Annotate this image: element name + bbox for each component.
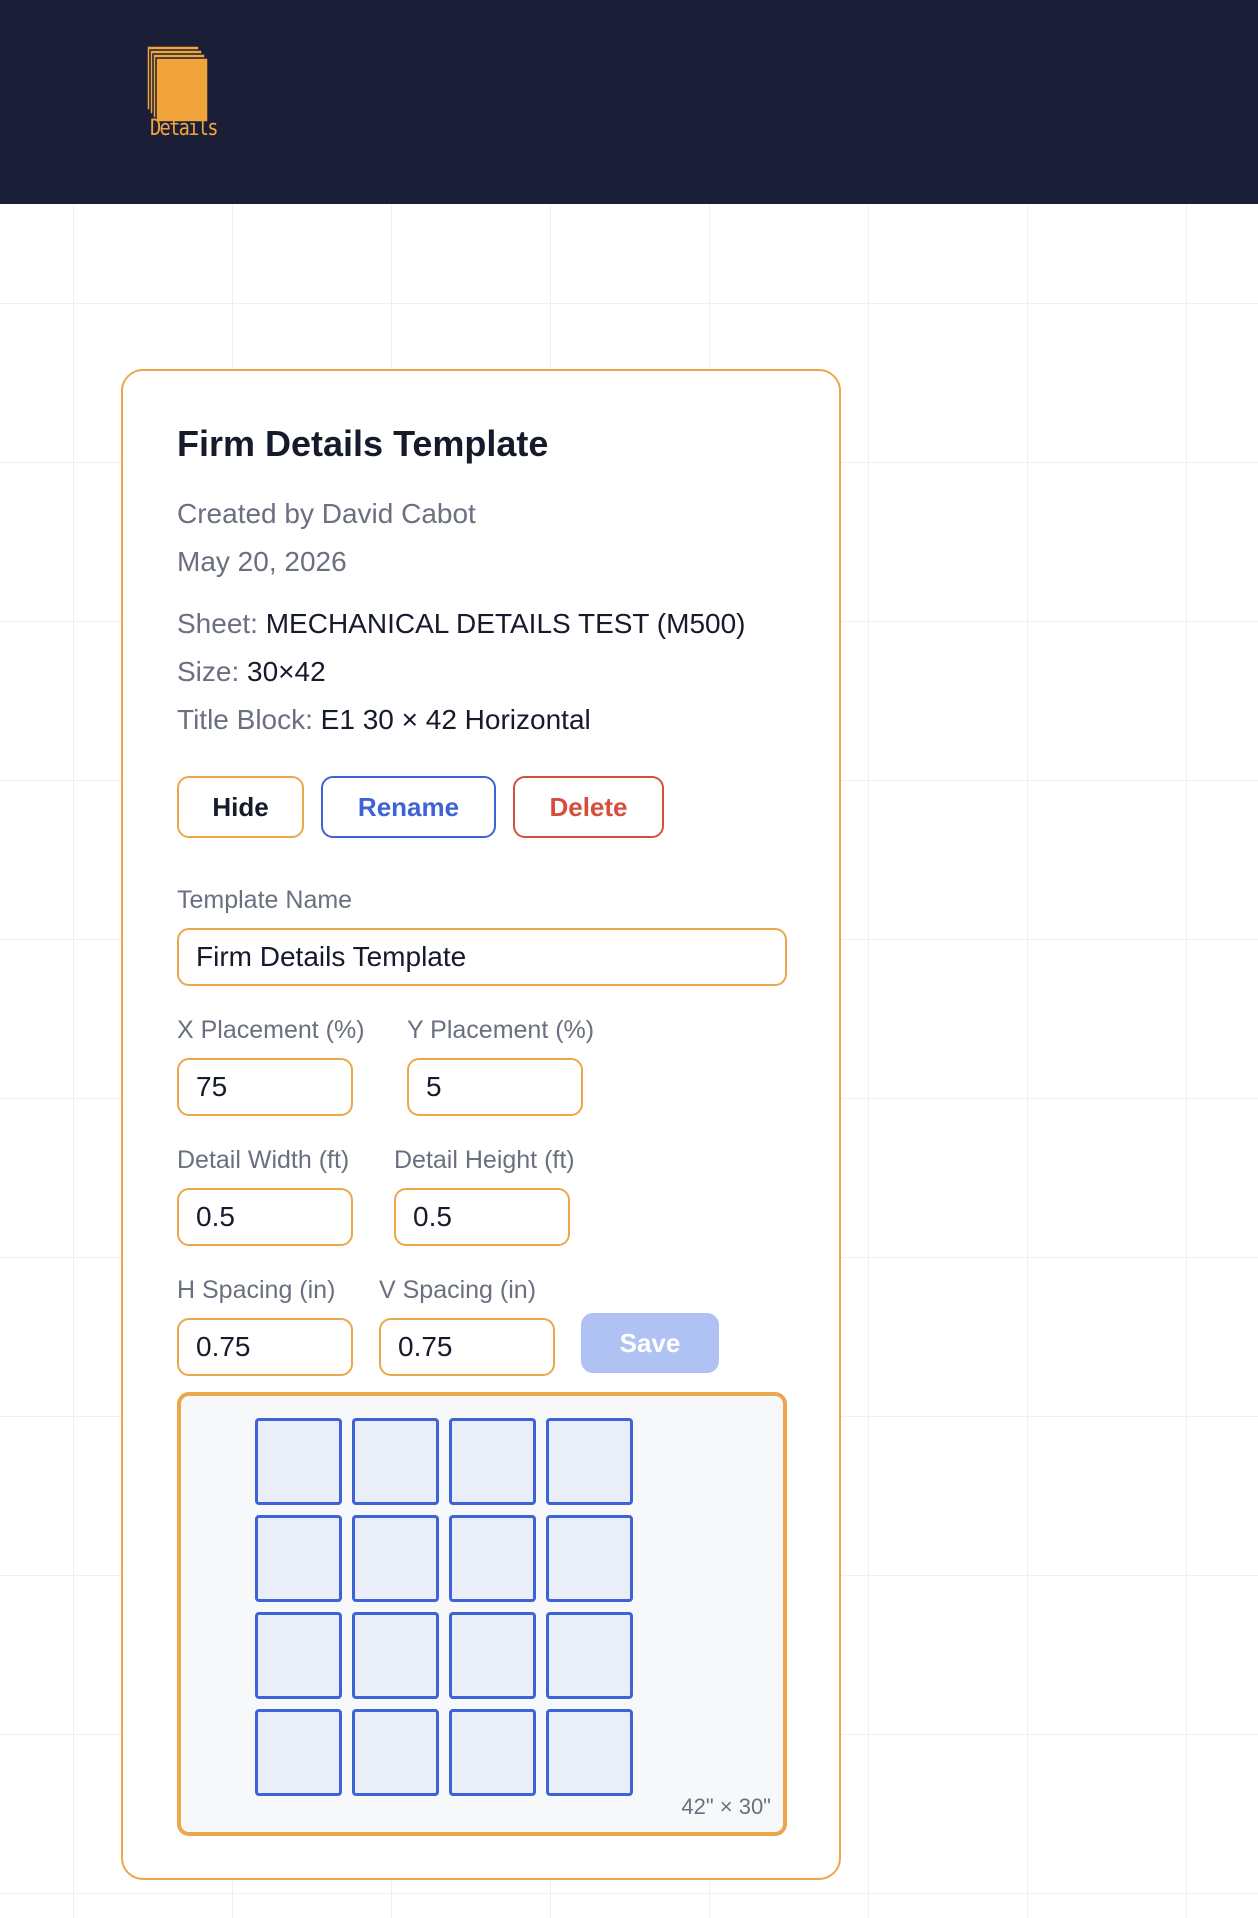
detail-slot <box>255 1515 342 1602</box>
rename-button[interactable]: Rename <box>321 776 496 838</box>
layout-preview: 42" × 30" <box>177 1392 787 1836</box>
details-logo[interactable]: Details <box>145 44 219 146</box>
detail-slot <box>255 1709 342 1796</box>
template-name-label: Template Name <box>177 886 353 914</box>
detail-slot <box>449 1515 536 1602</box>
x-placement-label: X Placement (%) <box>177 1016 365 1044</box>
delete-button[interactable]: Delete <box>513 776 664 838</box>
title-block-label: Title Block: <box>177 704 313 735</box>
detail-slot <box>352 1612 439 1699</box>
h-spacing-input[interactable]: 0.75 <box>177 1318 353 1376</box>
title-block-info: Title Block: E1 30 × 42 Horizontal <box>177 704 591 736</box>
created-by: Created by David Cabot <box>177 498 476 529</box>
save-button[interactable]: Save <box>581 1313 719 1373</box>
size-label: Size: <box>177 656 240 687</box>
detail-slot <box>449 1709 536 1796</box>
template-name-input[interactable]: Firm Details Template <box>177 928 787 986</box>
v-spacing-label: V Spacing (in) <box>379 1276 537 1304</box>
y-placement-input[interactable]: 5 <box>407 1058 583 1116</box>
y-placement-label: Y Placement (%) <box>407 1016 595 1044</box>
detail-slot <box>546 1515 633 1602</box>
logo-text: Details <box>149 116 219 141</box>
x-placement-input[interactable]: 75 <box>177 1058 353 1116</box>
detail-width-label: Detail Width (ft) <box>177 1146 350 1174</box>
template-card: Firm Details Template Created by David C… <box>121 369 841 1880</box>
sheet-value: MECHANICAL DETAILS TEST (M500) <box>265 608 746 639</box>
v-spacing-input[interactable]: 0.75 <box>379 1318 555 1376</box>
detail-slot <box>449 1612 536 1699</box>
detail-height-input[interactable]: 0.5 <box>394 1188 570 1246</box>
size-value: 30×42 <box>247 656 326 687</box>
h-spacing-label: H Spacing (in) <box>177 1276 336 1304</box>
detail-slot <box>352 1515 439 1602</box>
detail-slot <box>546 1612 633 1699</box>
sheet-dimensions: 42" × 30" <box>681 1794 771 1819</box>
sheet-label: Sheet: <box>177 608 258 639</box>
top-header: Details <box>0 0 1258 204</box>
detail-slot <box>546 1709 633 1796</box>
card-title: Firm Details Template <box>177 423 549 464</box>
size-info: Size: 30×42 <box>177 656 326 688</box>
title-block-value: E1 30 × 42 Horizontal <box>320 704 591 735</box>
detail-width-input[interactable]: 0.5 <box>177 1188 353 1246</box>
detail-slot <box>255 1418 342 1505</box>
detail-slot <box>546 1418 633 1505</box>
detail-slot <box>255 1612 342 1699</box>
detail-slot <box>449 1418 536 1505</box>
sheet-info: Sheet: MECHANICAL DETAILS TEST (M500) <box>177 608 745 640</box>
created-date: May 20, 2026 <box>177 546 347 577</box>
detail-height-label: Detail Height (ft) <box>394 1146 575 1174</box>
detail-slot <box>352 1418 439 1505</box>
hide-button[interactable]: Hide <box>177 776 304 838</box>
detail-slot <box>352 1709 439 1796</box>
